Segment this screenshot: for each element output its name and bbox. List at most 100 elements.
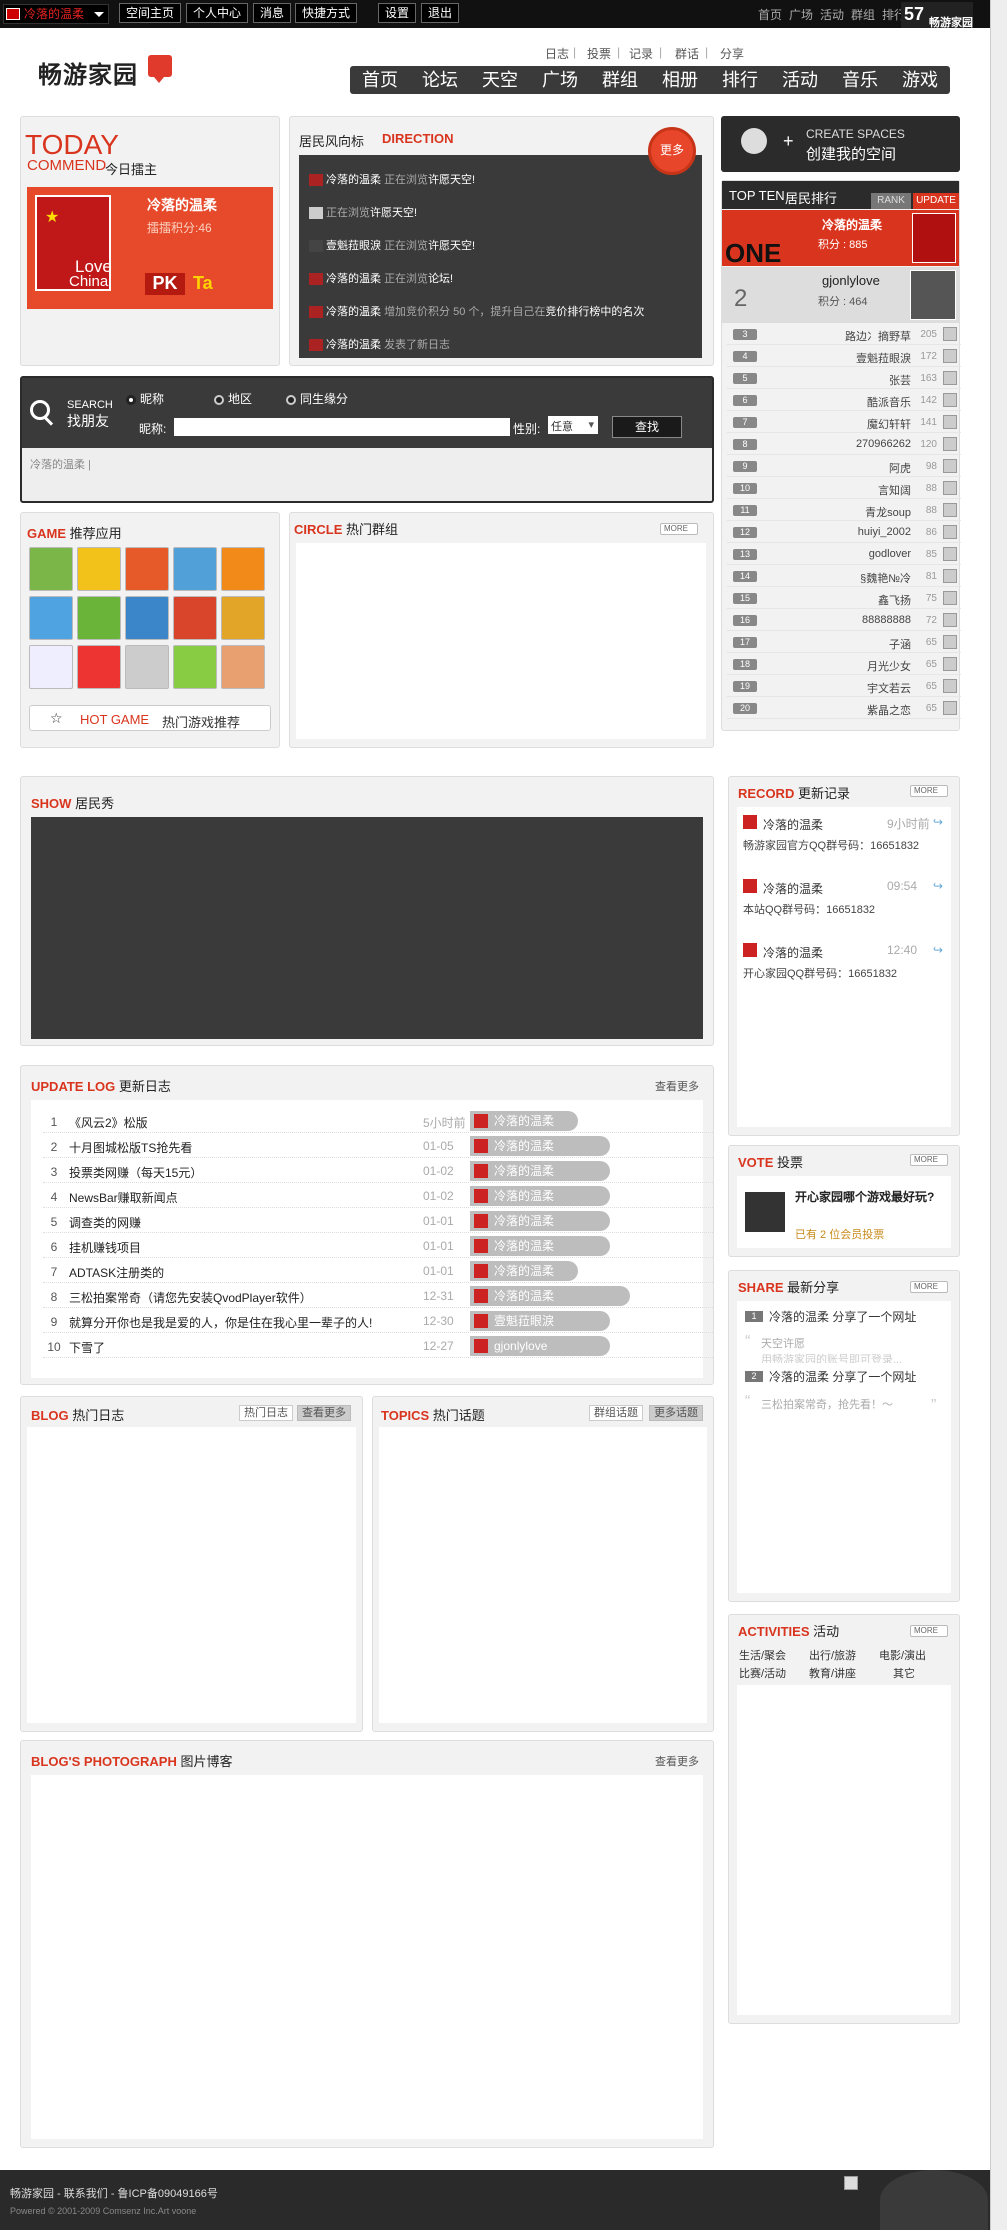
nav-square[interactable]: 广场: [530, 66, 590, 94]
radio-fate[interactable]: 同生缘分: [286, 390, 348, 407]
topics-tab-group[interactable]: 群组话题: [589, 1405, 643, 1421]
game-app-icon[interactable]: [173, 596, 217, 640]
champion-avatar[interactable]: Love China ★: [35, 195, 112, 291]
tab-rank[interactable]: RANK: [871, 193, 911, 209]
direction-item[interactable]: 冷落的温柔 正在浏览论坛!: [309, 269, 453, 289]
topbar-link-user-center[interactable]: 个人中心: [186, 3, 249, 23]
rank-row[interactable]: 10 言知阔 88: [727, 478, 961, 499]
topbar-right-activities[interactable]: 活动: [820, 6, 844, 23]
radio-region[interactable]: 地区: [214, 390, 252, 407]
game-app-icon[interactable]: [221, 547, 265, 591]
record-user[interactable]: 冷落的温柔: [763, 880, 823, 897]
subnav-journal[interactable]: 日志: [545, 45, 569, 62]
direction-item[interactable]: 正在浏览许愿天空!: [309, 203, 417, 223]
share-more-button[interactable]: MORE: [910, 1281, 948, 1293]
updatelog-user[interactable]: 冷落的温柔: [470, 1236, 610, 1256]
nav-activities[interactable]: 活动: [770, 66, 830, 94]
updatelog-user[interactable]: 冷落的温柔: [470, 1261, 578, 1281]
nav-rank[interactable]: 排行: [710, 66, 770, 94]
nav-albums[interactable]: 相册: [650, 66, 710, 94]
activity-contest[interactable]: 比赛/活动: [739, 1665, 786, 1681]
topbar-right-groups[interactable]: 群组: [851, 6, 875, 23]
vote-question[interactable]: 开心家园哪个游戏最好玩?: [795, 1188, 945, 1205]
vote-more-button[interactable]: MORE: [910, 1154, 948, 1166]
rank-row[interactable]: 7 魔幻轩轩 141: [727, 412, 961, 433]
game-app-icon[interactable]: [125, 645, 169, 689]
updatelog-row[interactable]: 3 投票类网赚（每天15元） 01-02 冷落的温柔: [43, 1158, 713, 1183]
nav-home[interactable]: 首页: [350, 66, 410, 94]
game-app-icon[interactable]: [221, 596, 265, 640]
game-app-icon[interactable]: [125, 547, 169, 591]
topics-tab-more[interactable]: 更多话题: [649, 1405, 703, 1421]
activity-life[interactable]: 生活/聚会: [739, 1647, 786, 1663]
subnav-vote[interactable]: 投票: [587, 45, 611, 62]
rank-row[interactable]: 14 §魏艳№冷 81: [727, 566, 961, 587]
rank-second[interactable]: 2 gjonlylove 积分 : 464: [722, 267, 959, 323]
blog-tab-hot[interactable]: 热门日志: [239, 1405, 293, 1421]
updatelog-row[interactable]: 7 ADTASK注册类的 01-01 冷落的温柔: [43, 1258, 713, 1283]
updatelog-title[interactable]: 三松拍案常奇（请您先安装QvodPlayer软件）: [69, 1289, 312, 1306]
updatelog-title[interactable]: 挂机赚钱项目: [69, 1239, 141, 1256]
rank-row[interactable]: 15 鑫飞扬 75: [727, 588, 961, 609]
search-history[interactable]: 冷落的温柔 |: [30, 456, 91, 472]
game-app-icon[interactable]: [173, 645, 217, 689]
scrollbar[interactable]: [990, 0, 1007, 2230]
updatelog-row[interactable]: 1 《风云2》松版 5小时前 冷落的温柔: [43, 1108, 713, 1133]
updatelog-row[interactable]: 9 就算分开你也是我是爱的人，你是住在我心里一辈子的人! 12-30 壹魁菈眼淚: [43, 1308, 713, 1333]
updatelog-user[interactable]: 冷落的温柔: [470, 1211, 610, 1231]
nickname-input[interactable]: [174, 418, 510, 436]
updatelog-user[interactable]: 冷落的温柔: [470, 1161, 610, 1181]
rank-row[interactable]: 5 张芸 163: [727, 368, 961, 389]
updatelog-title[interactable]: ADTASK注册类的: [69, 1264, 164, 1281]
topbar-link-space-home[interactable]: 空间主页: [119, 3, 182, 23]
reply-icon[interactable]: ↪: [933, 943, 943, 957]
updatelog-title[interactable]: 《风云2》松版: [69, 1114, 148, 1131]
updatelog-more-link[interactable]: 查看更多: [655, 1078, 699, 1094]
updatelog-user[interactable]: 冷落的温柔: [470, 1111, 578, 1131]
updatelog-user[interactable]: 壹魁菈眼淚: [470, 1311, 610, 1331]
record-user[interactable]: 冷落的温柔: [763, 816, 823, 833]
game-app-icon[interactable]: [77, 547, 121, 591]
share-item[interactable]: 冷落的温柔 分享了一个网址: [769, 1308, 916, 1325]
topbar-link-messages[interactable]: 消息: [253, 3, 292, 23]
topbar-right-square[interactable]: 广场: [789, 6, 813, 23]
user-menu[interactable]: 冷落的温柔: [3, 4, 109, 24]
create-space-button[interactable]: + CREATE SPACES 创建我的空间: [721, 116, 960, 172]
rank-row[interactable]: 8 270966262 120: [727, 434, 961, 455]
game-app-icon[interactable]: [221, 645, 265, 689]
nav-games[interactable]: 游戏: [890, 66, 950, 94]
back-to-top-icon[interactable]: [844, 2176, 858, 2190]
rank-row[interactable]: 6 酷派音乐 142: [727, 390, 961, 411]
rank-row[interactable]: 16 88888888 72: [727, 610, 961, 631]
updatelog-title[interactable]: NewsBar赚取新闻点: [69, 1189, 178, 1206]
game-app-icon[interactable]: [77, 596, 121, 640]
reply-icon[interactable]: ↪: [933, 815, 943, 829]
updatelog-title[interactable]: 十月图城松版TS抢先看: [69, 1139, 192, 1156]
nav-groups[interactable]: 群组: [590, 66, 650, 94]
record-more-button[interactable]: MORE: [910, 785, 948, 797]
updatelog-user[interactable]: 冷落的温柔: [470, 1186, 610, 1206]
rank-row[interactable]: 18 月光少女 65: [727, 654, 961, 675]
rank-row[interactable]: 19 宇文若云 65: [727, 676, 961, 697]
game-app-icon[interactable]: [125, 596, 169, 640]
updatelog-user[interactable]: 冷落的温柔: [470, 1136, 610, 1156]
rank-row[interactable]: 20 紫晶之恋 65: [727, 698, 961, 719]
nav-sky[interactable]: 天空: [470, 66, 530, 94]
rank-row[interactable]: 9 阿虎 98: [727, 456, 961, 477]
tab-update[interactable]: UPDATE: [913, 193, 959, 209]
activities-more-button[interactable]: MORE: [910, 1625, 948, 1637]
direction-item[interactable]: 冷落的温柔 增加竞价积分 50 个，提升自己在竞价排行榜中的名次: [309, 302, 644, 322]
rank-first[interactable]: ONE 冷落的温柔 积分 : 885: [722, 210, 959, 268]
updatelog-user[interactable]: gjonlylove: [470, 1336, 610, 1356]
game-app-icon[interactable]: [77, 645, 121, 689]
hot-game-button[interactable]: ☆ HOT GAME 热门游戏推荐: [29, 705, 271, 731]
gender-select[interactable]: 任意 ▾: [548, 416, 598, 434]
champion-name[interactable]: 冷落的温柔: [147, 195, 217, 215]
direction-item[interactable]: 冷落的温柔 发表了新日志: [309, 335, 450, 355]
nav-forum[interactable]: 论坛: [410, 66, 470, 94]
game-app-icon[interactable]: [29, 645, 73, 689]
topbar-link-shortcuts[interactable]: 快捷方式: [295, 3, 358, 23]
updatelog-title[interactable]: 下雪了: [69, 1339, 105, 1356]
rank-row[interactable]: 12 huiyi_2002 86: [727, 522, 961, 543]
rank-row[interactable]: 17 子涵 65: [727, 632, 961, 653]
